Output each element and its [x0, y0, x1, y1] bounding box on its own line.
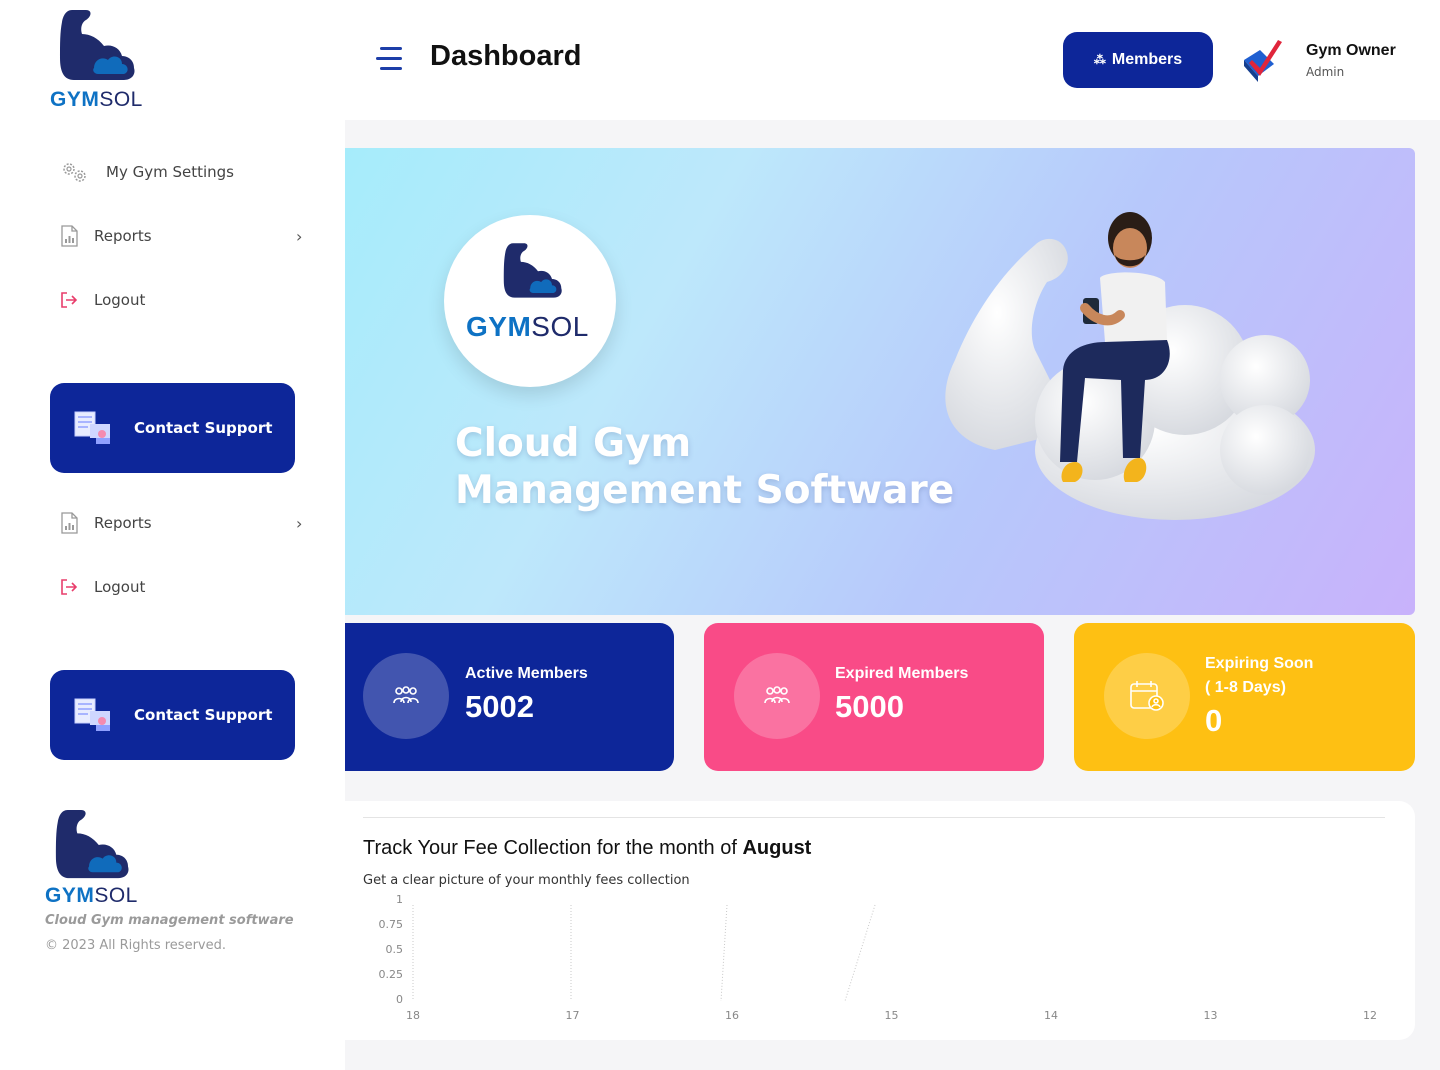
members-group-icon	[363, 653, 449, 739]
y-tick-label: 1	[396, 893, 403, 906]
contact-support-button[interactable]: Contact Support	[50, 383, 295, 473]
sidebar-item-reports[interactable]: Reports ›	[58, 508, 302, 538]
sidebar-item-logout[interactable]: Logout	[58, 285, 145, 315]
y-tick-label: 0.5	[386, 943, 404, 956]
chart-title: Track Your Fee Collection for the month …	[363, 837, 811, 860]
support-label: Contact Support	[134, 419, 273, 437]
flexed-arm-logo-icon	[60, 10, 135, 80]
footer-logo: GYMSOL	[45, 808, 138, 908]
chart-guide-line	[844, 904, 876, 1002]
chevron-right-icon: ›	[296, 513, 303, 533]
logout-icon	[58, 289, 80, 311]
report-icon	[58, 512, 80, 534]
support-desk-icon	[72, 408, 116, 448]
stat-label: Expiring Soon	[1205, 655, 1314, 672]
fee-collection-chart-card: Track Your Fee Collection for the month …	[345, 801, 1415, 1040]
avatar[interactable]	[1240, 36, 1284, 84]
members-icon: ⁂	[1093, 53, 1106, 67]
members-button[interactable]: ⁂ Members	[1063, 32, 1213, 88]
members-button-label: Members	[1111, 51, 1183, 68]
sidebar-item-my-gym-settings[interactable]: My Gym Settings	[58, 157, 234, 187]
flexed-arm-logo-icon	[503, 243, 562, 298]
contact-support-button[interactable]: Contact Support	[50, 670, 295, 760]
fee-collection-chart: 1 0.75 0.5 0.25 018 17 16 15 14 13 12	[379, 893, 1378, 1022]
hero-line-2: Management Software	[455, 468, 955, 513]
x-tick-label: 17	[566, 1009, 580, 1022]
hero-logo-badge: GYMSOL	[444, 215, 616, 387]
sidebar-logo[interactable]: GYMSOL	[50, 8, 143, 112]
x-tick-label: 16	[725, 1009, 739, 1022]
support-label: Contact Support	[134, 706, 273, 724]
brand-sol: SOL	[99, 88, 143, 111]
brand-sol: SOL	[531, 311, 589, 342]
chart-title-month: August	[742, 837, 812, 859]
brand-gym: GYM	[50, 88, 100, 111]
footer-copyright: © 2023 All Rights reserved.	[45, 938, 226, 953]
hero-illustration	[945, 212, 1315, 520]
x-tick-label: 15	[885, 1009, 899, 1022]
user-role: Admin	[1306, 65, 1345, 79]
menu-toggle-icon[interactable]	[376, 47, 402, 71]
sidebar: GYMSOL My Gym Settings Reports › Logout …	[0, 0, 345, 1070]
stat-card-expiring-soon[interactable]: Expiring Soon ( 1-8 Days) 0	[1074, 623, 1415, 771]
sidebar-item-logout[interactable]: Logout	[58, 572, 145, 602]
checkmark-box-icon	[1244, 40, 1282, 82]
sidebar-item-label: My Gym Settings	[106, 163, 234, 181]
chart-guide-line	[720, 904, 728, 1002]
stat-label: Active Members	[465, 665, 588, 682]
chevron-right-icon: ›	[296, 226, 303, 246]
sidebar-item-label: Reports	[94, 514, 152, 532]
stat-sublabel: ( 1-8 Days)	[1205, 679, 1286, 696]
members-group-icon	[734, 653, 820, 739]
page-title: Dashboard	[430, 40, 582, 72]
y-tick-label: 0	[396, 993, 403, 1006]
sidebar-item-label: Logout	[94, 578, 146, 596]
stat-value: 5002	[465, 689, 534, 724]
gear-icon	[58, 161, 92, 183]
stat-card-active-members[interactable]: Active Members 5002	[345, 623, 674, 771]
divider	[363, 817, 1385, 818]
sidebar-item-reports[interactable]: Reports ›	[58, 221, 302, 251]
brand-sol: SOL	[94, 884, 138, 907]
user-name: Gym Owner	[1306, 42, 1396, 59]
hero-headline: Cloud Gym Management Software	[455, 420, 954, 514]
logout-icon	[58, 576, 80, 598]
top-header: Dashboard ⁂ Members Gym Owner Admin	[345, 0, 1440, 120]
chart-title-prefix: Track Your Fee Collection for the month …	[363, 837, 737, 859]
stat-value: 0	[1205, 703, 1223, 738]
sidebar-item-label: Reports	[94, 227, 152, 245]
chart-subtitle: Get a clear picture of your monthly fees…	[363, 873, 690, 888]
hero-line-1: Cloud Gym	[455, 421, 692, 466]
report-icon	[58, 225, 80, 247]
x-tick-label: 13	[1204, 1009, 1218, 1022]
brand-gym: GYM	[45, 884, 95, 907]
calendar-user-icon	[1104, 653, 1190, 739]
flexed-arm-logo-icon	[55, 809, 129, 879]
stat-card-expired-members[interactable]: Expired Members 5000	[704, 623, 1044, 771]
y-tick-label: 0.75	[379, 918, 404, 931]
stat-label: Expired Members	[835, 665, 969, 682]
brand-gym: GYM	[466, 311, 532, 342]
x-tick-label: 12	[1363, 1009, 1377, 1022]
footer-tagline: Cloud Gym management software	[45, 913, 294, 928]
x-tick-label: 18	[406, 1009, 420, 1022]
x-tick-label: 14	[1044, 1009, 1058, 1022]
hero-banner: GYMSOL Cloud Gym Management Software	[345, 148, 1415, 615]
y-tick-label: 0.25	[379, 968, 404, 981]
sidebar-item-label: Logout	[94, 291, 146, 309]
support-desk-icon	[72, 695, 116, 735]
stat-value: 5000	[835, 689, 904, 724]
